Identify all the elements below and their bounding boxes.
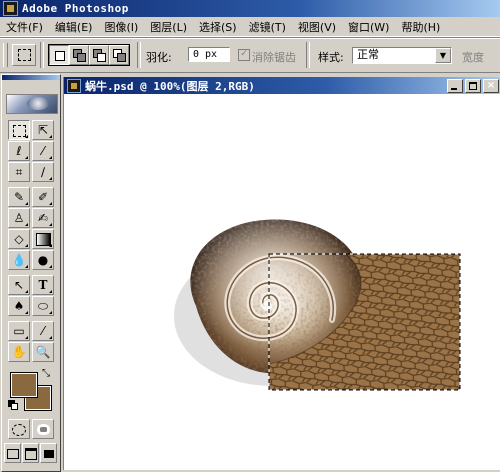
- swap-colors-icon[interactable]: ⤡: [42, 368, 50, 379]
- document-canvas[interactable]: [64, 94, 500, 470]
- blur-icon[interactable]: 💧: [8, 250, 30, 270]
- path-selection-icon[interactable]: ↖: [8, 275, 30, 295]
- foreground-color-swatch[interactable]: [10, 372, 38, 398]
- menu-view[interactable]: 视图(V): [292, 19, 342, 35]
- style-select-value: 正常: [357, 48, 379, 61]
- window-buttons: ×: [447, 79, 499, 93]
- clone-stamp-icon[interactable]: ♙: [8, 208, 30, 228]
- menu-window[interactable]: 窗口(W): [342, 19, 395, 35]
- document-window: 蜗牛.psd @ 100%(图层 2,RGB) ×: [63, 77, 500, 470]
- shape-icon[interactable]: ⬭: [32, 296, 54, 316]
- antialias-checkbox[interactable]: ✓: [238, 49, 250, 61]
- selection-mode-group: [48, 44, 130, 66]
- style-label: 样式:: [318, 51, 344, 64]
- screen-mode-menu-icon[interactable]: [22, 443, 39, 463]
- separator: [137, 42, 141, 68]
- screen-mode-full-icon[interactable]: [40, 443, 57, 463]
- intersect-selection-button[interactable]: [109, 45, 129, 65]
- magic-wand-icon[interactable]: ⁄: [32, 141, 54, 161]
- style-select[interactable]: 正常 ▼: [352, 47, 452, 64]
- history-brush-icon[interactable]: ✍: [32, 208, 54, 228]
- menu-select[interactable]: 选择(S): [193, 19, 243, 35]
- options-bar: 羽化: 0 px ✓ 消除锯齿 样式: 正常 ▼ 宽度: [0, 37, 500, 73]
- minimize-button[interactable]: [447, 79, 463, 93]
- healing-brush-icon[interactable]: ✎: [8, 187, 30, 207]
- gradient-icon[interactable]: [32, 229, 54, 249]
- feather-label: 羽化:: [146, 51, 172, 64]
- separator: [306, 42, 310, 68]
- close-button[interactable]: ×: [483, 79, 499, 93]
- eraser-icon[interactable]: ◇: [8, 229, 30, 249]
- width-label: 宽度: [462, 51, 484, 64]
- eyedropper-icon[interactable]: ⁄: [32, 321, 54, 341]
- photoshop-app-icon: [3, 1, 18, 16]
- menu-file[interactable]: 文件(F): [0, 19, 49, 35]
- add-to-selection-button[interactable]: [69, 45, 89, 65]
- menu-edit[interactable]: 编辑(E): [49, 19, 99, 35]
- subtract-from-selection-button[interactable]: [89, 45, 109, 65]
- menu-image[interactable]: 图像(I): [98, 19, 144, 35]
- options-bar-grip[interactable]: [3, 43, 8, 67]
- default-colors-icon[interactable]: [8, 400, 18, 410]
- crop-icon[interactable]: ⌗: [8, 162, 30, 182]
- tool-preset-picker[interactable]: [12, 44, 36, 66]
- pen-icon[interactable]: ♠: [8, 296, 30, 316]
- app-title-bar: Adobe Photoshop: [0, 0, 500, 17]
- standard-mode-icon[interactable]: [8, 419, 30, 439]
- type-icon[interactable]: T: [32, 275, 54, 295]
- toolbox-title-bar[interactable]: [2, 75, 60, 80]
- hand-icon[interactable]: ✋: [8, 342, 30, 362]
- adobe-logo-icon[interactable]: [6, 94, 58, 114]
- menu-layer[interactable]: 图层(L): [144, 19, 193, 35]
- new-selection-button[interactable]: [49, 45, 69, 65]
- brush-icon[interactable]: ✐: [32, 187, 54, 207]
- slice-icon[interactable]: ∕: [32, 162, 54, 182]
- notes-icon[interactable]: ▭: [8, 321, 30, 341]
- quick-mask-icon[interactable]: [32, 419, 54, 439]
- move-icon[interactable]: ⇱: [32, 120, 54, 140]
- app-title: Adobe Photoshop: [22, 2, 129, 15]
- lasso-icon[interactable]: ℓ: [8, 141, 30, 161]
- antialias-label: 消除锯齿: [252, 51, 296, 64]
- separator: [40, 42, 44, 68]
- chevron-down-icon[interactable]: ▼: [435, 48, 451, 63]
- document-title: 蜗牛.psd @ 100%(图层 2,RGB): [85, 79, 255, 93]
- feather-input[interactable]: 0 px: [188, 47, 230, 62]
- menu-filter[interactable]: 滤镜(T): [243, 19, 292, 35]
- zoom-icon[interactable]: 🔍: [32, 342, 54, 362]
- maximize-button[interactable]: [465, 79, 481, 93]
- document-title-bar[interactable]: 蜗牛.psd @ 100%(图层 2,RGB) ×: [64, 77, 500, 94]
- menu-help[interactable]: 帮助(H): [395, 19, 446, 35]
- screen-mode-standard-icon[interactable]: [4, 443, 21, 463]
- dodge-icon[interactable]: ●: [32, 250, 54, 270]
- menu-bar: 文件(F) 编辑(E) 图像(I) 图层(L) 选择(S) 滤镜(T) 视图(V…: [0, 17, 500, 37]
- marquee-icon[interactable]: [8, 120, 30, 140]
- document-icon: [67, 78, 81, 93]
- marquee-preset-icon: [18, 49, 31, 61]
- toolbox-palette: ⇱ ℓ ⁄ ⌗ ∕ ✎ ✐ ♙ ✍ ◇ 💧 ● ↖ T ♠ ⬭ ▭ ⁄ ✋ 🔍 …: [1, 74, 61, 472]
